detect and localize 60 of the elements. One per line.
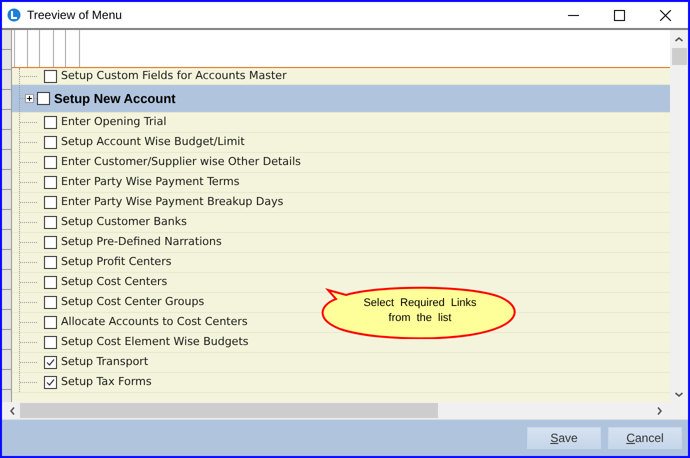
row-label: Setup New Account bbox=[54, 90, 176, 108]
scroll-left-icon[interactable] bbox=[10, 406, 15, 414]
checkbox[interactable] bbox=[44, 216, 57, 229]
tree-row[interactable]: Setup Transport bbox=[12, 353, 670, 373]
tree-row[interactable]: Setup Account Wise Budget/Limit bbox=[12, 133, 670, 153]
checkbox[interactable] bbox=[44, 236, 57, 249]
tree-row[interactable]: Setup Profit Centers bbox=[12, 253, 670, 273]
scroll-up-icon[interactable] bbox=[675, 37, 683, 42]
tree-row[interactable]: Enter Opening Trial bbox=[12, 113, 670, 133]
checkbox[interactable] bbox=[44, 336, 57, 349]
checkbox[interactable] bbox=[44, 70, 57, 82]
scrollbar-thumb[interactable] bbox=[20, 403, 438, 418]
row-label: Allocate Accounts to Cost Centers bbox=[61, 314, 248, 330]
row-label: Setup Cost Centers bbox=[61, 274, 168, 290]
checkbox[interactable] bbox=[44, 296, 57, 309]
expand-icon[interactable] bbox=[25, 94, 34, 103]
checkbox[interactable] bbox=[44, 356, 57, 369]
horizontal-scrollbar[interactable] bbox=[2, 402, 670, 419]
row-label: Setup Custom Fields for Accounts Master bbox=[61, 68, 287, 84]
checkbox[interactable] bbox=[44, 176, 57, 189]
row-label: Setup Cost Center Groups bbox=[61, 294, 204, 310]
dialog-button[interactable]: Cancel bbox=[608, 427, 682, 449]
app-icon bbox=[7, 8, 21, 22]
checkbox[interactable] bbox=[44, 376, 57, 389]
checkbox[interactable] bbox=[44, 276, 57, 289]
row-label: Setup Transport bbox=[61, 354, 148, 370]
callout-text: Select Required Links bbox=[363, 296, 477, 311]
tree-row[interactable]: Setup Tax Forms bbox=[12, 373, 670, 393]
row-label: Setup Customer Banks bbox=[61, 214, 187, 230]
row-label: Setup Tax Forms bbox=[61, 374, 152, 390]
tree-row[interactable]: Setup Pre-Defined Narrations bbox=[12, 233, 670, 253]
tree-row[interactable]: Enter Party Wise Payment Breakup Days bbox=[12, 193, 670, 213]
dialog-button[interactable]: Save bbox=[527, 427, 601, 449]
close-icon bbox=[660, 10, 670, 20]
tree-row[interactable]: Setup Customer Banks bbox=[12, 213, 670, 233]
checkbox[interactable] bbox=[44, 196, 57, 209]
tree-row[interactable]: Enter Customer/Supplier wise Other Details bbox=[12, 153, 670, 173]
scrollbar-thumb[interactable] bbox=[672, 48, 686, 65]
checkbox[interactable] bbox=[44, 256, 57, 269]
window-title: Treeview of Menu bbox=[27, 7, 122, 24]
row-label: Enter Party Wise Payment Terms bbox=[61, 174, 240, 190]
maximize-icon bbox=[614, 10, 624, 20]
scroll-right-icon[interactable] bbox=[657, 406, 662, 414]
tree-row[interactable]: Setup New Account bbox=[12, 85, 670, 113]
row-label: Enter Customer/Supplier wise Other Details bbox=[61, 154, 301, 170]
vertical-scrollbar[interactable] bbox=[670, 30, 688, 419]
row-label: Setup Account Wise Budget/Limit bbox=[61, 134, 245, 150]
row-label: Enter Party Wise Payment Breakup Days bbox=[61, 194, 284, 210]
checkbox[interactable] bbox=[44, 116, 57, 129]
row-label: Setup Profit Centers bbox=[61, 254, 172, 270]
row-label: Setup Pre-Defined Narrations bbox=[61, 234, 222, 250]
scroll-down-icon[interactable] bbox=[675, 392, 683, 397]
tree-row[interactable]: Enter Party Wise Payment Terms bbox=[12, 173, 670, 193]
checkbox[interactable] bbox=[44, 156, 57, 169]
row-label: Enter Opening Trial bbox=[61, 114, 166, 130]
checkbox[interactable] bbox=[44, 316, 57, 329]
callout-text: from the list bbox=[388, 311, 452, 326]
checkbox[interactable] bbox=[37, 92, 50, 105]
row-label: Setup Cost Element Wise Budgets bbox=[61, 334, 248, 350]
checkbox[interactable] bbox=[44, 136, 57, 149]
